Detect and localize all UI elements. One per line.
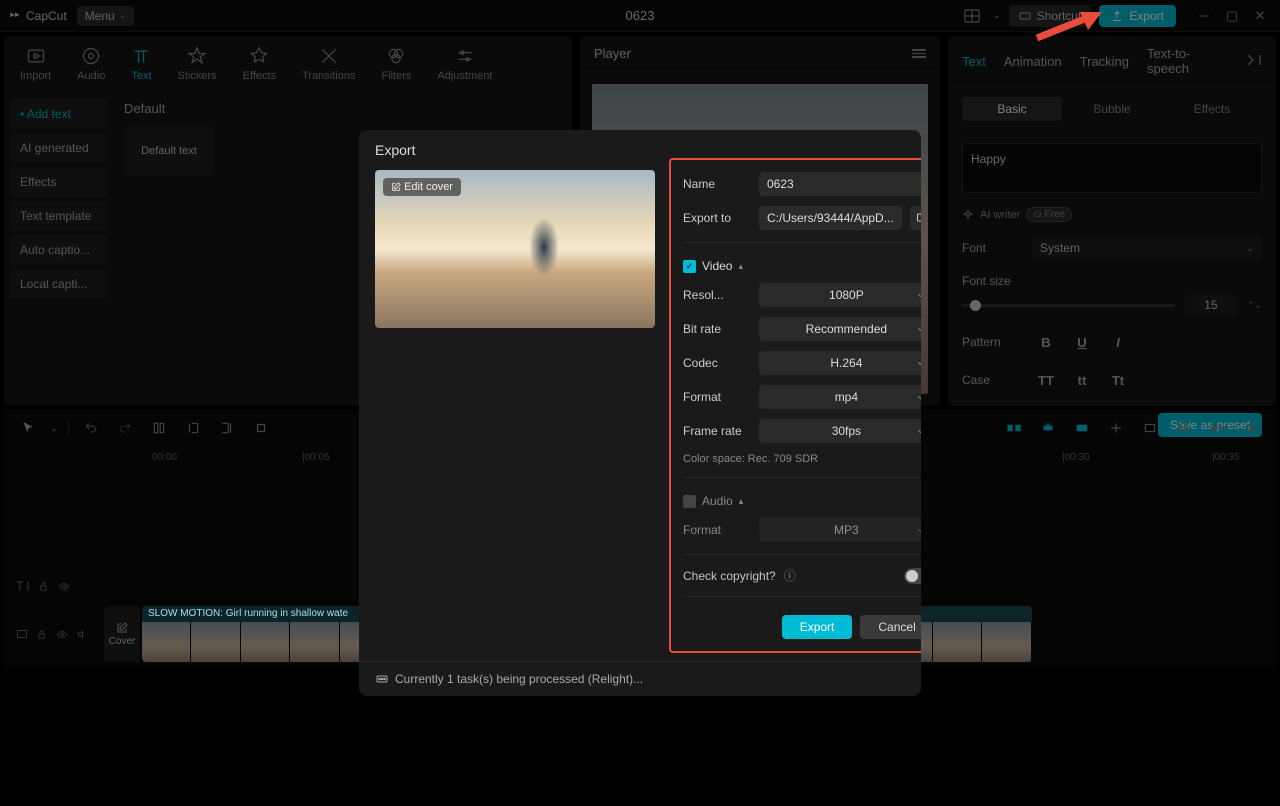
audio-section-header[interactable]: Audio ▴	[683, 494, 921, 508]
audio-checkbox[interactable]	[683, 495, 696, 508]
copyright-toggle[interactable]	[904, 568, 921, 584]
copyright-label: Check copyright?	[683, 569, 776, 583]
resolution-select[interactable]: 1080P	[759, 283, 921, 307]
dialog-cancel-button[interactable]: Cancel	[860, 615, 921, 639]
framerate-select[interactable]: 30fps	[759, 419, 921, 443]
color-space-note: Color space: Rec. 709 SDR	[683, 453, 921, 465]
resolution-label: Resol...	[683, 288, 751, 302]
export-to-label: Export to	[683, 211, 751, 225]
video-checkbox[interactable]: ✓	[683, 260, 696, 273]
tasks-status: Currently 1 task(s) being processed (Rel…	[375, 672, 643, 686]
name-input[interactable]: 0623	[759, 172, 921, 196]
edit-cover-button[interactable]: Edit cover	[383, 178, 461, 196]
help-icon[interactable]: ⓘ	[784, 567, 796, 584]
clip-label: SLOW MOTION: Girl running in shallow wat…	[148, 608, 348, 619]
video-section-header[interactable]: ✓ Video ▴	[683, 259, 921, 273]
bitrate-label: Bit rate	[683, 322, 751, 336]
audio-format-select: MP3	[759, 518, 921, 542]
modal-overlay: Export Edit cover Name 0623 Export to	[0, 0, 1280, 806]
export-dialog: Export Edit cover Name 0623 Export to	[359, 130, 921, 696]
dialog-export-button[interactable]: Export	[782, 615, 853, 639]
export-to-input[interactable]: C:/Users/93444/AppD...	[759, 206, 902, 230]
cover-preview: Edit cover	[375, 170, 655, 328]
codec-label: Codec	[683, 356, 751, 370]
name-label: Name	[683, 177, 751, 191]
codec-select[interactable]: H.264	[759, 351, 921, 375]
folder-button[interactable]	[910, 206, 921, 230]
audio-format-label: Format	[683, 523, 751, 537]
framerate-label: Frame rate	[683, 424, 751, 438]
format-label: Format	[683, 390, 751, 404]
bitrate-select[interactable]: Recommended	[759, 317, 921, 341]
format-select[interactable]: mp4	[759, 385, 921, 409]
